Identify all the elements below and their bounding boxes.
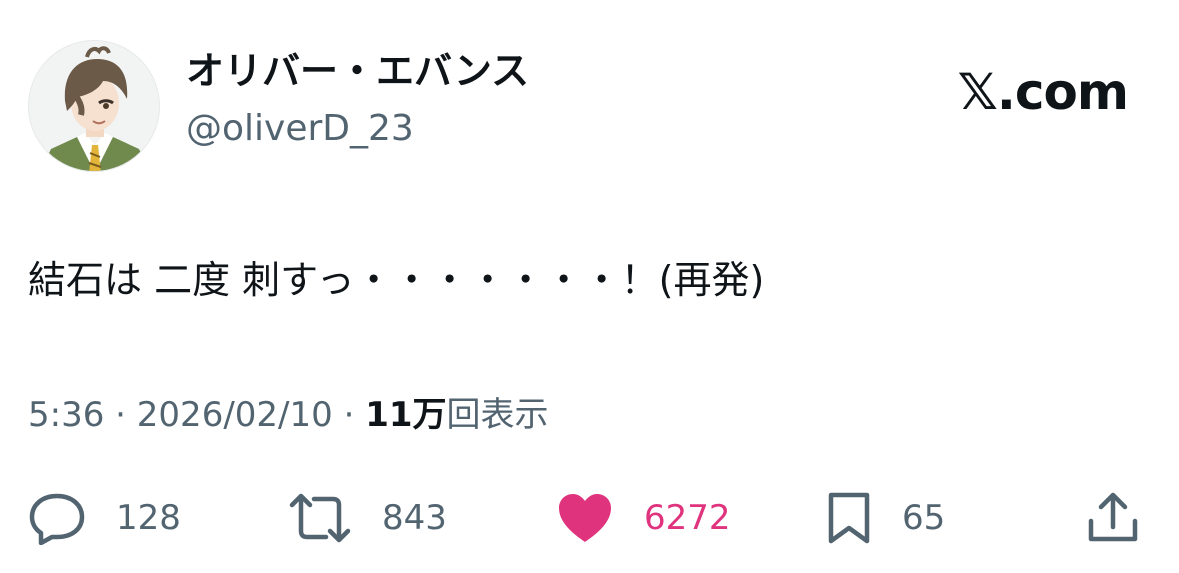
like-button[interactable]: 6272	[556, 490, 731, 546]
tweet-meta: 5:36 · 2026/02/10 · 11万回表示	[28, 390, 549, 440]
action-bar: 128 843 6272 65	[0, 490, 1179, 546]
share-icon	[1088, 492, 1138, 542]
avatar-character-icon	[29, 41, 159, 171]
tweet-date[interactable]: 2026/02/10	[137, 395, 333, 435]
heart-icon	[559, 494, 611, 542]
repost-count: 843	[382, 498, 447, 538]
tweet-header: オリバー・エバンス @oliverD_23 𝕏.com	[28, 40, 1148, 172]
bookmark-button[interactable]: 65	[826, 490, 945, 546]
bookmark-icon	[828, 492, 870, 544]
repost-button[interactable]: 843	[288, 490, 447, 546]
meta-separator: ·	[332, 395, 366, 435]
repost-icon	[289, 493, 351, 543]
author-names: オリバー・エバンス @oliverD_23	[186, 48, 529, 152]
tweet-time[interactable]: 5:36	[28, 395, 104, 435]
author-display-name[interactable]: オリバー・エバンス	[186, 48, 529, 94]
reply-button[interactable]: 128	[28, 490, 181, 546]
x-com-logo: 𝕏.com	[957, 63, 1129, 121]
reply-count: 128	[116, 498, 181, 538]
author-handle[interactable]: @oliverD_23	[186, 106, 529, 152]
avatar[interactable]	[28, 40, 160, 172]
views-count: 11万	[365, 395, 447, 435]
reply-bubble-icon	[29, 493, 85, 545]
like-count: 6272	[644, 498, 731, 538]
share-button[interactable]	[1086, 490, 1140, 546]
views-label: 回表示	[446, 395, 549, 435]
meta-separator: ·	[104, 395, 137, 435]
bookmark-count: 65	[902, 498, 946, 538]
tweet-text: 結石は 二度 刺すっ・・・・・・・！(再発)	[28, 258, 765, 302]
